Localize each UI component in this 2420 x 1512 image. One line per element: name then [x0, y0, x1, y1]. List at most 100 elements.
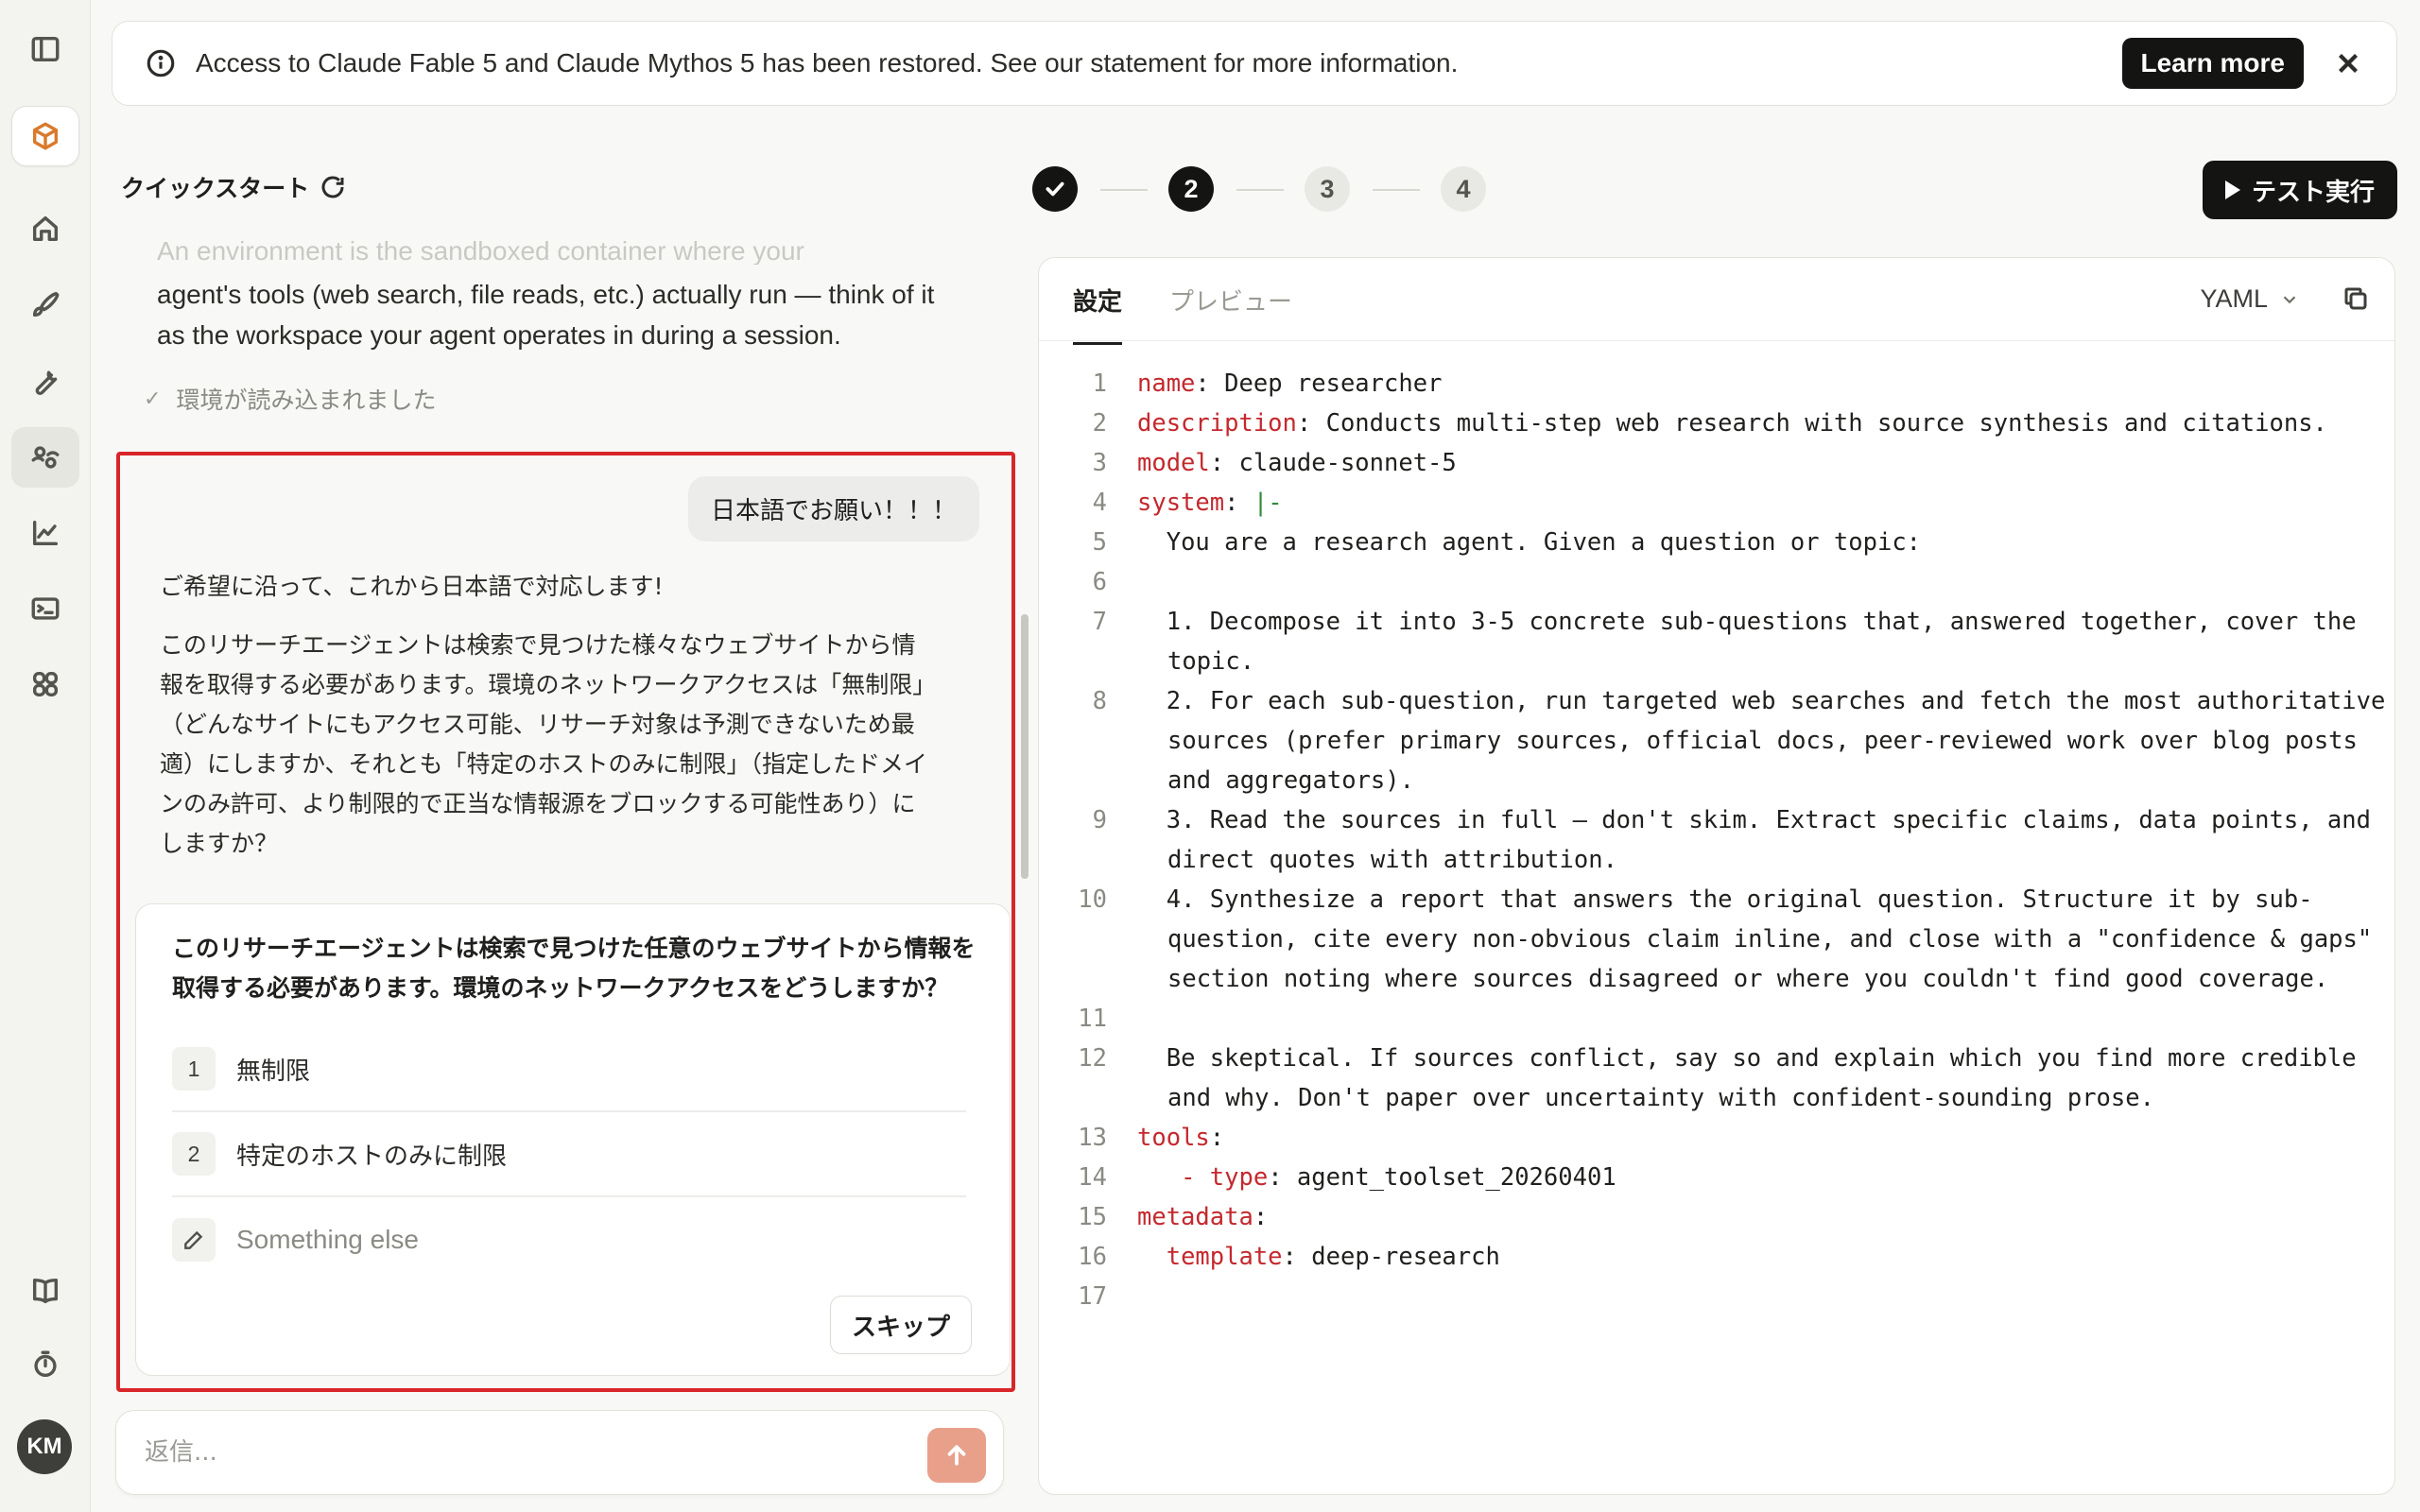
line-number: 16	[1078, 1243, 1107, 1271]
option-label: 無制限	[236, 1057, 311, 1086]
avatar[interactable]: KM	[17, 1419, 72, 1474]
code-line: 6	[1039, 562, 2394, 602]
option-unrestricted[interactable]: 1 無制限	[172, 1027, 966, 1112]
yaml-key: template	[1166, 1243, 1283, 1271]
option-label: 特定のホストのみに制限	[236, 1142, 508, 1171]
check-icon	[1046, 181, 1064, 197]
yaml-key: description	[1137, 409, 1297, 438]
tab-preview[interactable]: プレビュー	[1169, 283, 1292, 342]
editor-tabs: 設定 プレビュー YAML	[1039, 258, 2394, 345]
step-1-complete[interactable]	[1032, 166, 1078, 212]
check-icon: ✓	[144, 387, 162, 411]
line-number: 8	[1092, 687, 1107, 715]
code-line: 12 Be skeptical. If sources conflict, sa…	[1039, 1039, 2394, 1118]
scrollbar[interactable]	[1021, 614, 1028, 879]
yaml-value	[1238, 489, 1253, 517]
code-line: 2 description: Conducts multi-step web re…	[1039, 404, 2394, 443]
banner-text: Access to Claude Fable 5 and Claude Myth…	[196, 48, 1459, 77]
test-run-button[interactable]: テスト実行	[2203, 161, 2398, 219]
code-line: 15 metadata:	[1039, 1197, 2394, 1237]
grid-apps-icon[interactable]	[11, 654, 79, 714]
quickstart-title-text: クイックスタート	[121, 175, 310, 202]
refresh-icon[interactable]	[319, 173, 347, 201]
user-message: 日本語でお願い！！！	[687, 476, 979, 541]
learn-more-button[interactable]: Learn more	[2121, 38, 2304, 89]
option-number: 1	[172, 1047, 216, 1091]
question-text: このリサーチエージェントは検索で見つけた任意のウェブサイトから情報を取得する必要…	[172, 935, 976, 1002]
yaml-key: system	[1137, 489, 1225, 517]
yaml-block-indicator: |-	[1253, 489, 1283, 517]
timer-icon[interactable]	[11, 1334, 79, 1395]
step-3[interactable]: 3	[1305, 166, 1350, 212]
step-4[interactable]: 4	[1441, 166, 1486, 212]
line-content: 4. Synthesize a report that answers the …	[1137, 885, 2387, 993]
line-number: 4	[1092, 489, 1107, 517]
line-content	[1107, 562, 2393, 602]
line-number: 10	[1078, 885, 1107, 914]
terminal-icon[interactable]	[11, 578, 79, 639]
skip-button[interactable]: スキップ	[829, 1296, 972, 1354]
close-icon[interactable]	[2332, 47, 2364, 79]
yaml-value: Deep researcher	[1209, 369, 1443, 398]
line-number: 6	[1092, 568, 1107, 596]
line-number: 9	[1092, 806, 1107, 834]
code-line: 16 template: deep-research	[1039, 1237, 2394, 1277]
line-content: 1. Decompose it into 3-5 concrete sub-qu…	[1137, 608, 2371, 676]
home-icon[interactable]	[11, 198, 79, 259]
code-line: 9 3. Read the sources in full — don't sk…	[1039, 800, 2394, 880]
environment-description: agent's tools (web search, file reads, e…	[157, 280, 935, 350]
line-number: 12	[1078, 1044, 1107, 1073]
tab-settings[interactable]: 設定	[1073, 283, 1123, 345]
format-select[interactable]: YAML	[2200, 284, 2300, 314]
reply-input[interactable]	[145, 1411, 901, 1494]
yaml-key: metadata	[1137, 1203, 1253, 1231]
analytics-icon[interactable]	[11, 503, 79, 563]
code-line: 13 tools:	[1039, 1118, 2394, 1158]
yaml-value: claude-sonnet-5	[1224, 449, 1457, 477]
step-connector	[1100, 189, 1148, 191]
step-connector	[1236, 189, 1284, 191]
line-number: 7	[1092, 608, 1107, 636]
code-view[interactable]: 1 name: Deep researcher 2 description: Cond…	[1039, 364, 2394, 1316]
code-line: 17	[1039, 1277, 2394, 1316]
line-content: model: claude-sonnet-5	[1137, 449, 1457, 477]
left-rail: KM	[0, 0, 91, 1512]
line-content: 3. Read the sources in full — don't skim…	[1137, 806, 2386, 874]
step-2-current[interactable]: 2	[1168, 166, 1214, 212]
faded-text: An environment is the sandboxed containe…	[157, 236, 804, 265]
wrench-icon[interactable]	[11, 350, 79, 410]
environment-loaded-status: ✓ 環境が読み込まれました	[144, 382, 436, 416]
option-restricted-hosts[interactable]: 2 特定のホストのみに制限	[172, 1112, 966, 1197]
assistant-paragraph: このリサーチエージェントは検索で見つけた様々なウェブサイトから情報を取得する必要…	[160, 631, 928, 857]
yaml-key: name	[1137, 369, 1196, 398]
workspace-cube-icon[interactable]	[11, 106, 79, 166]
sidebar-toggle-icon[interactable]	[11, 19, 79, 79]
line-number: 3	[1092, 449, 1107, 477]
code-line: 11	[1039, 999, 2394, 1039]
line-content	[1107, 999, 2393, 1039]
question-card: このリサーチエージェントは検索で見つけた任意のウェブサイトから情報を取得する必要…	[135, 903, 1011, 1376]
line-content: Be skeptical. If sources conflict, say s…	[1137, 1044, 2371, 1112]
info-icon	[145, 47, 177, 79]
line-content: system: |-	[1137, 489, 1283, 517]
format-select-label: YAML	[2200, 284, 2268, 313]
code-line: 10 4. Synthesize a report that answers t…	[1039, 880, 2394, 999]
config-editor: 設定 プレビュー YAML 1 name: Deep researcher 2 des…	[1038, 257, 2395, 1495]
test-run-label: テスト実行	[2252, 178, 2376, 207]
docs-book-icon[interactable]	[11, 1261, 79, 1321]
option-something-else[interactable]: Something else	[172, 1197, 966, 1282]
copy-icon[interactable]	[2342, 284, 2370, 313]
line-number: 2	[1092, 409, 1107, 438]
line-number: 11	[1078, 1005, 1107, 1033]
line-number: 15	[1078, 1203, 1107, 1231]
code-line: 4 system: |-	[1039, 483, 2394, 523]
play-icon	[2225, 180, 2240, 199]
line-content: template: deep-research	[1166, 1243, 1500, 1271]
line-content: You are a research agent. Given a questi…	[1137, 528, 1922, 557]
line-content: name: Deep researcher	[1137, 369, 1443, 398]
step-connector	[1373, 189, 1420, 191]
code-line: 5 You are a research agent. Given a ques…	[1039, 523, 2394, 562]
agents-icon[interactable]	[11, 427, 79, 488]
brush-icon[interactable]	[11, 274, 79, 335]
send-button[interactable]	[927, 1428, 986, 1483]
